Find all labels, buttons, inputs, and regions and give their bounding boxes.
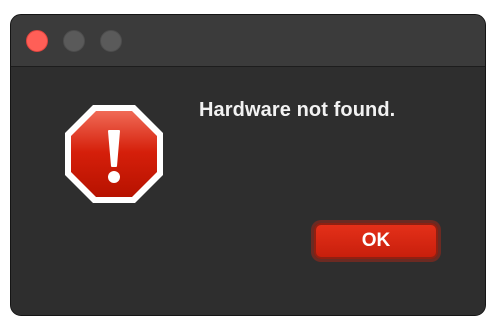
minimize-button[interactable] bbox=[63, 30, 85, 52]
alert-window: Hardware not found. OK bbox=[10, 14, 486, 316]
close-button[interactable] bbox=[26, 30, 48, 52]
title-bar[interactable] bbox=[11, 15, 485, 67]
ok-button-label: OK bbox=[361, 230, 391, 251]
alert-message: Hardware not found. bbox=[199, 99, 396, 121]
ok-button[interactable]: OK bbox=[314, 223, 438, 259]
zoom-button[interactable] bbox=[100, 30, 122, 52]
stop-alert-icon bbox=[65, 105, 163, 203]
dialog-content: Hardware not found. OK bbox=[11, 67, 485, 315]
